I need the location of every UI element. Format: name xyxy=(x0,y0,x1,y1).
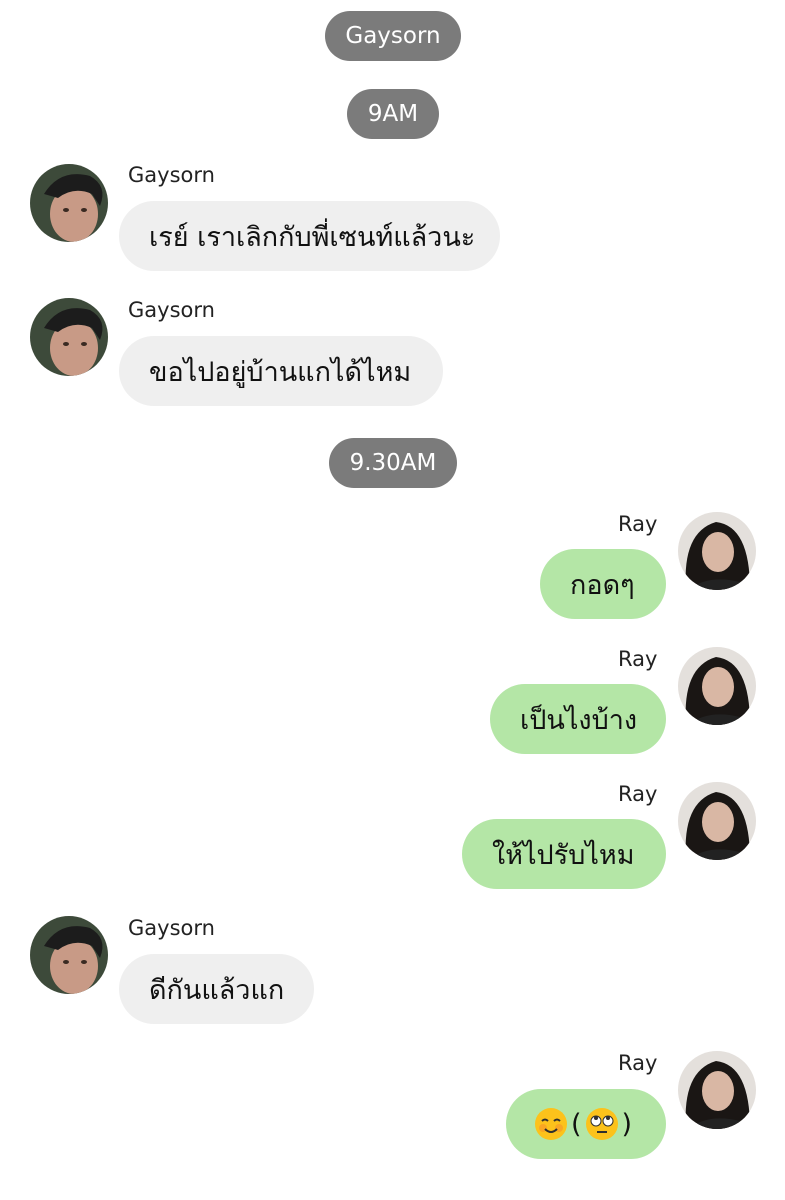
message-bubble-outgoing[interactable]: ( ) xyxy=(506,1089,666,1159)
message-text: เรย์ เราเลิกกับพี่เซนท์แล้วนะ xyxy=(149,221,476,253)
message-text: เป็นไงบ้าง xyxy=(520,704,638,736)
sender-name: Gaysorn xyxy=(128,163,215,187)
avatar-gaysorn-photo xyxy=(30,164,108,242)
sender-name: Gaysorn xyxy=(128,298,215,322)
avatar-ray[interactable] xyxy=(678,512,756,590)
message-bubble-incoming[interactable]: เรย์ เราเลิกกับพี่เซนท์แล้วนะ xyxy=(119,201,500,271)
avatar-ray-photo xyxy=(678,782,756,860)
sender-name: Ray xyxy=(618,512,658,536)
chat-thread: Gaysorn 9AM Gaysorn เรย์ เราเลิกกับพี่เซ… xyxy=(0,0,785,1200)
sender-name: Ray xyxy=(618,1051,658,1075)
message-bubble-outgoing[interactable]: ให้ไปรับไหม xyxy=(462,819,666,889)
sender-name: Ray xyxy=(618,647,658,671)
message-bubble-incoming[interactable]: ดีกันแล้วแก xyxy=(119,954,314,1024)
message-text: ให้ไปรับไหม xyxy=(492,839,635,871)
avatar-ray-photo xyxy=(678,1051,756,1129)
timestamp-pill: 9AM xyxy=(347,89,439,139)
contact-name: Gaysorn xyxy=(345,23,441,49)
sender-name: Ray xyxy=(618,782,658,806)
message-text: ขอไปอยู่บ้านแกได้ไหม xyxy=(149,356,412,388)
open-paren: ( xyxy=(571,1108,582,1140)
avatar-ray[interactable] xyxy=(678,782,756,860)
message-bubble-outgoing[interactable]: เป็นไงบ้าง xyxy=(490,684,666,754)
timestamp: 9.30AM xyxy=(349,450,437,476)
avatar-gaysorn[interactable] xyxy=(30,164,108,242)
smiling-face-icon xyxy=(535,1108,567,1140)
avatar-gaysorn[interactable] xyxy=(30,916,108,994)
timestamp-pill: 9.30AM xyxy=(329,438,457,488)
message-text: ดีกันแล้วแก xyxy=(149,974,285,1006)
avatar-ray[interactable] xyxy=(678,647,756,725)
timestamp: 9AM xyxy=(367,101,419,127)
close-paren: ) xyxy=(621,1108,633,1140)
avatar-ray-photo xyxy=(678,647,756,725)
avatar-gaysorn-photo xyxy=(30,916,108,994)
avatar-gaysorn[interactable] xyxy=(30,298,108,376)
avatar-ray-photo xyxy=(678,512,756,590)
avatar-gaysorn-photo xyxy=(30,298,108,376)
message-text: กอดๆ xyxy=(570,569,635,601)
rolling-eyes-icon xyxy=(585,1108,618,1140)
contact-name-pill[interactable]: Gaysorn xyxy=(325,11,461,61)
message-bubble-outgoing[interactable]: กอดๆ xyxy=(540,549,666,619)
sender-name: Gaysorn xyxy=(128,916,215,940)
avatar-ray[interactable] xyxy=(678,1051,756,1129)
message-bubble-incoming[interactable]: ขอไปอยู่บ้านแกได้ไหม xyxy=(119,336,443,406)
